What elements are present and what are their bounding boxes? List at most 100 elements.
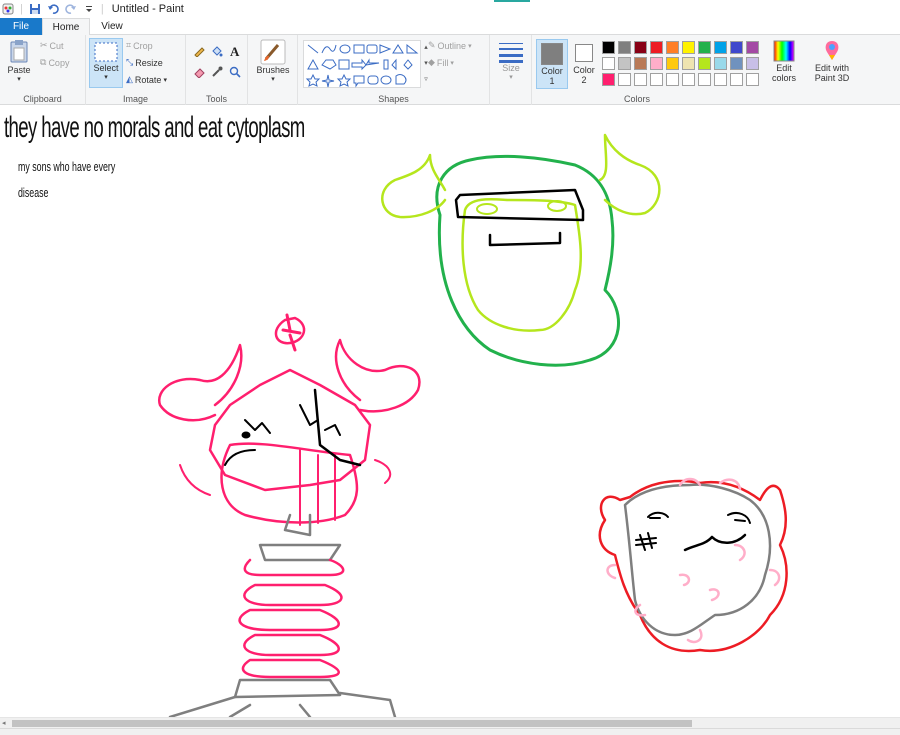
paint3d-label-1: Edit with [814, 63, 849, 73]
palette-swatch[interactable] [730, 57, 743, 70]
palette-swatch[interactable] [730, 41, 743, 54]
custom-color-slot[interactable] [698, 73, 711, 86]
magnifier-icon[interactable] [229, 66, 241, 78]
custom-color-slot[interactable] [666, 73, 679, 86]
custom-color-slot[interactable] [650, 73, 663, 86]
resize-icon: ⤡ [126, 57, 134, 67]
palette-swatch[interactable] [698, 41, 711, 54]
save-icon[interactable] [29, 3, 41, 15]
shapes-gallery-icons [305, 43, 419, 88]
fill-label: Fill [436, 57, 449, 68]
color-picker-icon[interactable] [211, 66, 223, 78]
brush-icon [260, 39, 286, 65]
chevron-down-icon: ▾ [104, 74, 108, 81]
palette-swatch[interactable] [746, 57, 759, 70]
brushes-group: Brushes ▾ [248, 35, 298, 105]
custom-color-slot[interactable] [634, 73, 647, 86]
customize-qat-icon[interactable] [83, 3, 95, 15]
ribbon: Paste ▾ ✂ Cut ⧉ Copy Clipboard Select ▾ ⌗ C… [0, 35, 900, 105]
size-group: Size ▾ [490, 35, 532, 105]
svg-text:A: A [230, 44, 240, 57]
custom-color-slot[interactable] [618, 73, 631, 86]
drawing-canvas[interactable]: they have no morals and eat cytoplasm my… [0, 105, 900, 717]
tools-group: A Tools [186, 35, 248, 105]
palette-swatch[interactable] [618, 57, 631, 70]
custom-color-slot[interactable] [746, 73, 759, 86]
palette-swatch[interactable] [602, 41, 615, 54]
ribbon-tabs: File Home View [0, 18, 900, 36]
paint-app-icon [2, 3, 14, 15]
scroll-left-icon[interactable]: ◂ [2, 719, 6, 727]
color2-number: 2 [581, 75, 587, 85]
resize-button[interactable]: ⤡ Resize [126, 57, 163, 68]
select-label: Select [93, 63, 119, 73]
text-icon[interactable]: A [229, 44, 242, 57]
shapes-group-label: Shapes [378, 94, 409, 104]
palette-swatch[interactable] [666, 41, 679, 54]
pencil-icon[interactable] [193, 45, 205, 57]
palette-swatch[interactable] [650, 57, 663, 70]
status-bar [0, 728, 900, 735]
undo-icon[interactable] [47, 3, 59, 15]
resize-label: Resize [135, 57, 163, 68]
brushes-button[interactable]: Brushes ▾ [254, 39, 292, 83]
chevron-down-icon: ▾ [450, 59, 454, 67]
custom-color-slot[interactable] [602, 73, 615, 86]
palette-swatch[interactable] [634, 41, 647, 54]
color1-button[interactable]: Color 1 [536, 39, 568, 89]
crop-button[interactable]: ⌗ Crop [126, 40, 153, 51]
select-rectangle-icon [94, 42, 118, 62]
palette-swatch[interactable] [602, 57, 615, 70]
size-button[interactable]: Size ▾ [495, 41, 527, 81]
title-bar: | | Untitled - Paint [0, 0, 900, 18]
paint3d-icon [825, 41, 839, 60]
palette-swatch[interactable] [682, 41, 695, 54]
crop-icon: ⌗ [126, 40, 132, 50]
fill-button[interactable]: ◆ Fill ▾ [428, 57, 454, 68]
tab-view[interactable]: View [92, 18, 132, 35]
palette-swatch[interactable] [650, 41, 663, 54]
palette-swatch[interactable] [714, 41, 727, 54]
palette-swatch[interactable] [714, 57, 727, 70]
cut-button[interactable]: ✂ Cut [40, 40, 64, 51]
custom-color-slot[interactable] [682, 73, 695, 86]
palette-swatch[interactable] [666, 57, 679, 70]
horizontal-scrollbar[interactable]: ◂ [0, 717, 900, 728]
outline-button[interactable]: ✎ Outline ▾ [428, 40, 472, 51]
size-label: Size [502, 63, 520, 73]
clipboard-icon [10, 40, 28, 63]
brushes-label: Brushes [256, 65, 290, 75]
fill-icon: ◆ [428, 57, 435, 67]
copy-button[interactable]: ⧉ Copy [40, 57, 69, 68]
pink-horned-creature-drawing [157, 313, 421, 717]
edit-colors-button[interactable]: Edit colors [766, 39, 802, 83]
edit-colors-label-1: Edit [776, 63, 792, 73]
palette-swatch[interactable] [682, 57, 695, 70]
paste-button[interactable]: Paste ▾ [4, 39, 34, 83]
custom-color-slot[interactable] [730, 73, 743, 86]
rotate-button[interactable]: ◭ Rotate ▾ [126, 74, 167, 85]
palette-swatch[interactable] [746, 41, 759, 54]
tab-home[interactable]: Home [42, 18, 90, 36]
shapes-group: ▴ ▾ ▿ ✎ Outline ▾ ◆ Fill ▾ Shapes [298, 35, 490, 105]
shapes-gallery[interactable] [303, 40, 421, 88]
tab-file[interactable]: File [0, 18, 42, 35]
line-width-icon [499, 43, 523, 63]
eraser-icon[interactable] [193, 66, 205, 78]
chevron-down-icon: ▾ [17, 76, 21, 83]
copy-icon: ⧉ [40, 57, 47, 67]
palette-swatch[interactable] [634, 57, 647, 70]
custom-color-slot[interactable] [714, 73, 727, 86]
scrollbar-thumb[interactable] [12, 720, 692, 727]
edit-with-paint3d-button[interactable]: Edit with Paint 3D [808, 39, 856, 83]
fill-bucket-icon[interactable] [211, 45, 223, 57]
color2-label: Color [573, 65, 595, 75]
color2-button[interactable]: Color 2 [569, 39, 599, 89]
colors-group-label: Colors [623, 94, 650, 104]
select-button[interactable]: Select ▾ [89, 38, 123, 88]
canvas-drawings [157, 133, 788, 717]
image-group-label: Image [122, 94, 148, 104]
palette-swatch[interactable] [618, 41, 631, 54]
redo-icon[interactable] [65, 3, 77, 15]
palette-swatch[interactable] [698, 57, 711, 70]
